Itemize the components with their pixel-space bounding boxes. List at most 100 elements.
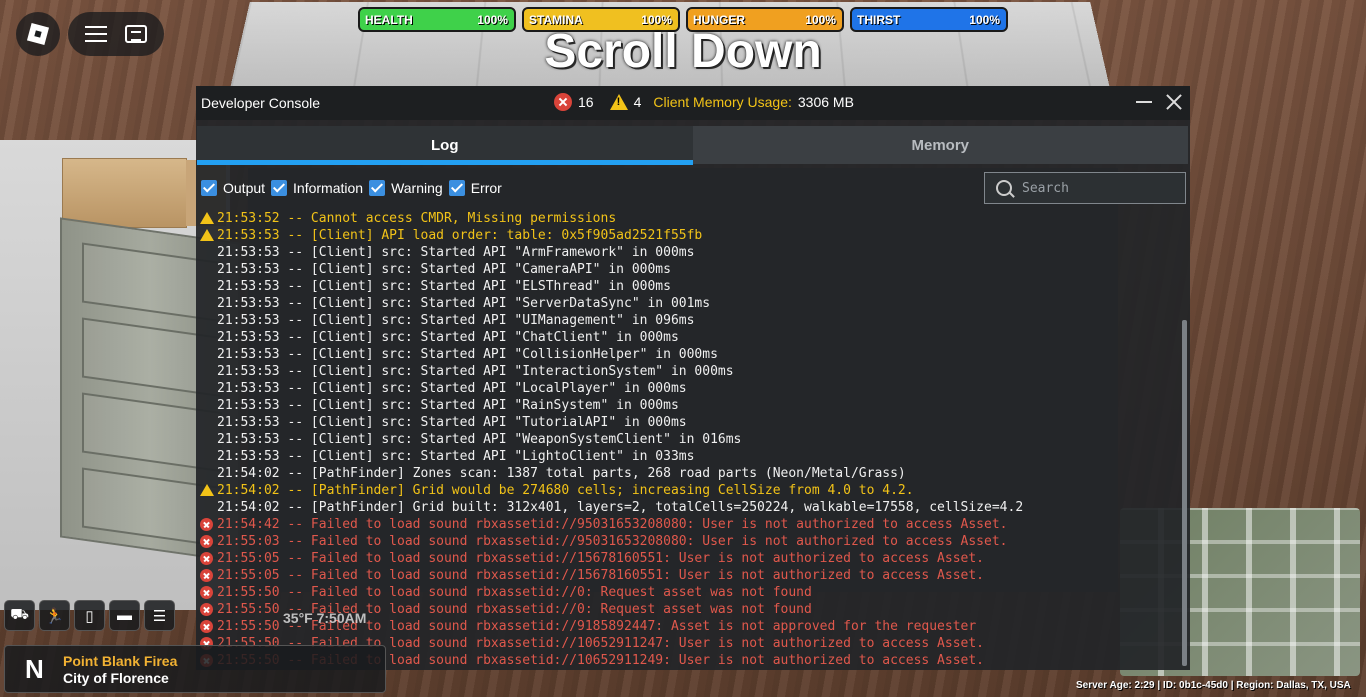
error-icon xyxy=(200,586,213,599)
log-row[interactable]: 21:55:50 -- Failed to load sound rbxasse… xyxy=(196,584,1176,601)
memory-label: Client Memory Usage: xyxy=(653,94,792,110)
log-text: 21:53:53 -- [Client] src: Started API "R… xyxy=(217,398,679,413)
error-icon xyxy=(200,518,213,531)
log-text: 21:53:53 -- [Client] src: Started API "U… xyxy=(217,313,695,328)
log-text: 21:53:53 -- [Client] src: Started API "L… xyxy=(217,381,687,396)
log-row[interactable]: 21:53:53 -- [Client] src: Started API "E… xyxy=(196,278,1176,295)
log-text: 21:55:50 -- Failed to load sound rbxasse… xyxy=(217,585,812,600)
log-row[interactable]: 21:53:53 -- [Client] src: Started API "T… xyxy=(196,414,1176,431)
log-text: 21:53:53 -- [Client] src: Started API "C… xyxy=(217,347,718,362)
log-text: 21:53:53 -- [Client] src: Started API "S… xyxy=(217,296,711,311)
error-icon xyxy=(200,620,213,633)
cardboard-box xyxy=(62,158,187,228)
search-box[interactable] xyxy=(984,172,1186,204)
console-titlebar[interactable]: Developer Console 16 4 Client Memory Usa… xyxy=(196,86,1190,120)
log-row[interactable]: 21:53:53 -- [Client] src: Started API "R… xyxy=(196,397,1176,414)
log-text: 21:53:53 -- [Client] src: Started API "L… xyxy=(217,449,695,464)
log-row[interactable]: 21:53:53 -- [Client] src: Started API "L… xyxy=(196,380,1176,397)
server-info: Server Age: 2:29 | ID: 0b1c-45d0 | Regio… xyxy=(1076,680,1351,691)
location-city: City of Florence xyxy=(63,670,169,686)
warning-icon xyxy=(200,229,214,241)
minimize-icon[interactable] xyxy=(1136,93,1152,109)
log-row[interactable]: 21:53:53 -- [Client] src: Started API "C… xyxy=(196,329,1176,346)
checkbox-icon[interactable] xyxy=(271,180,288,196)
checkbox-icon[interactable] xyxy=(448,180,465,196)
filter-output[interactable]: Output xyxy=(201,180,265,196)
error-count: 16 xyxy=(578,94,594,110)
log-row[interactable]: 21:54:42 -- Failed to load sound rbxasse… xyxy=(196,516,1176,533)
console-title: Developer Console xyxy=(201,95,321,111)
log-row[interactable]: 21:53:52 -- Cannot access CMDR, Missing … xyxy=(196,210,1176,227)
log-text: 21:54:42 -- Failed to load sound rbxasse… xyxy=(217,517,1008,532)
runner-icon[interactable]: 🏃 xyxy=(39,600,70,631)
warning-icon xyxy=(200,484,214,496)
log-filters: Output Information Warning Error xyxy=(201,180,502,196)
memory-value: 3306 MB xyxy=(797,94,854,110)
scroll-down-banner: Scroll Down xyxy=(544,25,822,78)
console-counts: 16 4 Client Memory Usage: 3306 MB xyxy=(554,93,854,111)
log-row[interactable]: 21:54:02 -- [PathFinder] Zones scan: 138… xyxy=(196,465,1176,482)
log-row[interactable]: 21:53:53 -- [Client] src: Started API "U… xyxy=(196,312,1176,329)
log-text: 21:53:52 -- Cannot access CMDR, Missing … xyxy=(217,211,617,226)
log-row[interactable]: 21:53:53 -- [Client] src: Started API "W… xyxy=(196,431,1176,448)
log-text: 21:55:03 -- Failed to load sound rbxasse… xyxy=(217,534,1008,549)
close-icon[interactable] xyxy=(1166,94,1182,110)
log-text: 21:54:02 -- [PathFinder] Grid would be 2… xyxy=(217,483,914,498)
filter-label: Output xyxy=(223,180,266,196)
log-text: 21:54:02 -- [PathFinder] Grid built: 312… xyxy=(217,500,1024,515)
error-icon xyxy=(200,552,213,565)
log-row[interactable]: 21:53:53 -- [Client] src: Started API "I… xyxy=(196,363,1176,380)
filter-error[interactable]: Error xyxy=(448,180,502,196)
hotbar: ⛟ 🏃 ▯ ▬ ☰ xyxy=(4,600,175,631)
tab-log[interactable]: Log xyxy=(197,126,693,165)
search-input[interactable] xyxy=(1022,180,1172,196)
log-row[interactable]: 21:53:53 -- [Client] src: Started API "S… xyxy=(196,295,1176,312)
log-row[interactable]: 21:54:02 -- [PathFinder] Grid built: 312… xyxy=(196,499,1176,516)
log-row[interactable]: 21:55:05 -- Failed to load sound rbxasse… xyxy=(196,550,1176,567)
log-text: 21:53:53 -- [Client] src: Started API "C… xyxy=(217,330,679,345)
log-row[interactable]: 21:55:05 -- Failed to load sound rbxasse… xyxy=(196,567,1176,584)
compass-heading: N xyxy=(25,654,44,684)
developer-console: Developer Console 16 4 Client Memory Usa… xyxy=(196,86,1190,670)
log-scrollbar[interactable] xyxy=(1182,320,1187,666)
warning-icon xyxy=(609,94,628,110)
console-tabs: Log Memory xyxy=(197,126,1189,165)
filter-label: Information xyxy=(293,180,364,196)
log-row[interactable]: 21:53:53 -- [Client] src: Started API "L… xyxy=(196,448,1176,465)
error-icon xyxy=(200,535,213,548)
filter-warning[interactable]: Warning xyxy=(369,180,443,196)
log-text: 21:53:53 -- [Client] src: Started API "E… xyxy=(217,279,671,294)
car-icon[interactable]: ⛟ xyxy=(4,600,35,631)
filter-label: Warning xyxy=(391,180,443,196)
phone-icon[interactable]: ▯ xyxy=(74,600,105,631)
log-text: 21:55:05 -- Failed to load sound rbxasse… xyxy=(217,551,985,566)
tab-memory[interactable]: Memory xyxy=(693,126,1189,164)
log-text: 21:55:05 -- Failed to load sound rbxasse… xyxy=(217,568,985,583)
checkbox-icon[interactable] xyxy=(369,180,386,196)
log-text: 21:54:02 -- [PathFinder] Zones scan: 138… xyxy=(217,466,906,481)
error-icon xyxy=(554,93,572,111)
search-icon xyxy=(996,180,1012,196)
filter-information[interactable]: Information xyxy=(271,180,363,196)
log-row[interactable]: 21:55:03 -- Failed to load sound rbxasse… xyxy=(196,533,1176,550)
log-row[interactable]: 21:53:53 -- [Client] API load order: tab… xyxy=(196,227,1176,244)
log-row[interactable]: 21:53:53 -- [Client] src: Started API "C… xyxy=(196,261,1176,278)
warning-count: 4 xyxy=(633,94,642,110)
log-row[interactable]: 21:53:53 -- [Client] src: Started API "A… xyxy=(196,244,1176,261)
error-icon xyxy=(200,603,213,616)
log-text: 21:53:53 -- [Client] src: Started API "W… xyxy=(217,432,742,447)
location-panel: N Point Blank Firea City of Florence xyxy=(4,645,386,693)
log-row[interactable]: 21:53:53 -- [Client] src: Started API "C… xyxy=(196,346,1176,363)
log-text: 21:53:53 -- [Client] src: Started API "I… xyxy=(217,364,734,379)
error-icon xyxy=(200,569,213,582)
log-text: 21:53:53 -- [Client] src: Started API "C… xyxy=(217,262,671,277)
warning-icon xyxy=(200,212,214,224)
filter-label: Error xyxy=(470,180,502,196)
id-card-icon[interactable]: ▬ xyxy=(109,600,140,631)
log-row[interactable]: 21:54:02 -- [PathFinder] Grid would be 2… xyxy=(196,482,1176,499)
log-text: 21:53:53 -- [Client] API load order: tab… xyxy=(217,228,703,243)
list-icon[interactable]: ☰ xyxy=(144,600,175,631)
checkbox-icon[interactable] xyxy=(201,180,217,196)
weather-clock: 35°F 7:50AM xyxy=(283,610,367,626)
log-text: 21:53:53 -- [Client] src: Started API "A… xyxy=(217,245,695,260)
